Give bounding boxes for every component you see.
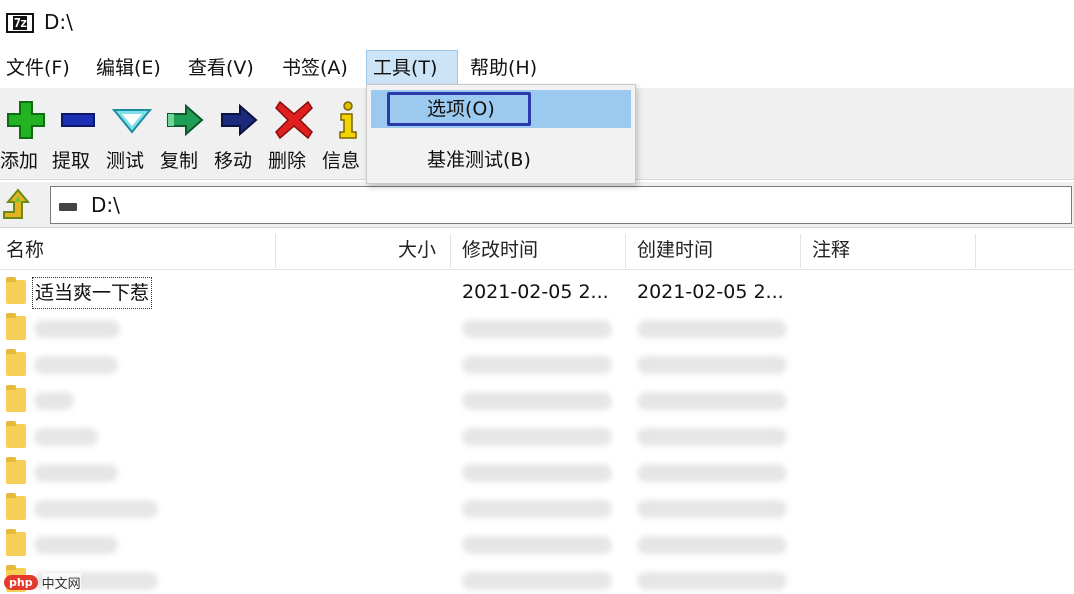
menu-view[interactable]: 查看(V)	[182, 50, 260, 86]
blurred-text	[462, 320, 612, 338]
blurred-text	[637, 572, 787, 590]
move-label: 移动	[214, 150, 253, 172]
blurred-text	[34, 536, 118, 554]
blurred-text	[637, 536, 787, 554]
path-input[interactable]: D:\	[50, 186, 1072, 224]
blurred-text	[637, 428, 787, 446]
title-bar: 7z D:\	[0, 0, 1074, 48]
blurred-text	[34, 392, 74, 410]
menu-tools[interactable]: 工具(T)	[366, 50, 458, 86]
menu-file[interactable]: 文件(F)	[0, 50, 76, 86]
copy-button[interactable]: 复制	[160, 94, 210, 174]
column-size[interactable]: 大小	[398, 230, 436, 270]
blurred-text	[637, 320, 787, 338]
row-created: 2021-02-05 2...	[637, 281, 784, 303]
blurred-text	[637, 500, 787, 518]
blurred-text	[34, 428, 98, 446]
table-row[interactable]	[0, 454, 1074, 490]
add-button[interactable]: 添加	[0, 94, 50, 174]
column-separator[interactable]	[975, 234, 976, 268]
blurred-text	[637, 464, 787, 482]
blurred-text	[34, 500, 158, 518]
address-bar: D:\	[0, 182, 1074, 228]
tools-dropdown-menu: 选项(O) 基准测试(B)	[366, 84, 636, 184]
test-label: 测试	[106, 150, 145, 172]
folder-icon	[6, 529, 26, 556]
folder-icon	[6, 313, 26, 340]
table-row[interactable]: 适当爽一下惹 2021-02-05 2... 2021-02-05 2...	[0, 274, 1074, 310]
delete-button[interactable]: 删除	[268, 94, 318, 174]
focus-outline	[387, 92, 531, 126]
table-row[interactable]	[0, 526, 1074, 562]
folder-icon	[6, 493, 26, 520]
menu-item-benchmark-label: 基准测试(B)	[427, 149, 531, 171]
add-plus-icon	[7, 101, 45, 139]
info-icon	[339, 101, 357, 139]
folder-icon	[6, 349, 26, 376]
up-folder-icon[interactable]	[0, 188, 36, 222]
table-row[interactable]	[0, 310, 1074, 346]
move-button[interactable]: 移动	[214, 94, 264, 174]
column-created[interactable]: 创建时间	[637, 230, 713, 270]
info-button[interactable]: 信息	[322, 94, 372, 174]
menu-bar: 文件(F) 编辑(E) 查看(V) 书签(A) 工具(T) 帮助(H)	[0, 50, 1074, 86]
folder-icon	[6, 457, 26, 484]
delete-label: 删除	[268, 150, 307, 172]
menu-bookmarks[interactable]: 书签(A)	[276, 50, 354, 86]
path-text: D:\	[91, 193, 120, 217]
watermark-text: 中文网	[41, 572, 81, 592]
column-separator[interactable]	[275, 234, 276, 268]
test-check-icon	[112, 109, 152, 134]
table-row[interactable]	[0, 382, 1074, 418]
row-modified: 2021-02-05 2...	[462, 281, 609, 303]
column-name[interactable]: 名称	[6, 230, 44, 270]
file-list: 名称 大小 修改时间 创建时间 注释 适当爽一下惹 2021-02-05 2..…	[0, 230, 1074, 594]
folder-icon	[6, 421, 26, 448]
delete-x-icon	[275, 100, 313, 140]
extract-minus-icon	[61, 113, 95, 127]
column-separator[interactable]	[625, 234, 626, 268]
blurred-text	[462, 392, 612, 410]
column-separator[interactable]	[450, 234, 451, 268]
row-name: 适当爽一下惹	[32, 277, 153, 309]
test-button[interactable]: 测试	[106, 94, 156, 174]
watermark-logo: php	[4, 574, 38, 590]
copy-label: 复制	[160, 150, 199, 172]
column-header: 名称 大小 修改时间 创建时间 注释	[0, 230, 1074, 270]
table-row[interactable]	[0, 418, 1074, 454]
column-separator[interactable]	[800, 234, 801, 268]
blurred-text	[462, 428, 612, 446]
folder-icon	[6, 277, 26, 304]
extract-label: 提取	[52, 150, 91, 172]
blurred-text	[462, 356, 612, 374]
blurred-text	[462, 572, 612, 590]
blurred-text	[637, 356, 787, 374]
copy-arrow-icon	[167, 103, 204, 137]
column-comment[interactable]: 注释	[812, 230, 850, 270]
table-row[interactable]	[0, 346, 1074, 382]
menu-item-benchmark[interactable]: 基准测试(B)	[371, 141, 631, 179]
blurred-text	[462, 500, 612, 518]
menu-item-options[interactable]: 选项(O)	[371, 90, 631, 128]
blurred-text	[462, 464, 612, 482]
blurred-text	[637, 392, 787, 410]
extract-button[interactable]: 提取	[52, 94, 102, 174]
menu-help[interactable]: 帮助(H)	[464, 50, 543, 86]
folder-icon	[6, 385, 26, 412]
move-arrow-icon	[221, 103, 258, 137]
window-title: D:\	[44, 10, 73, 34]
blurred-text	[462, 536, 612, 554]
app-7z-icon: 7z	[6, 13, 34, 33]
table-row[interactable]	[0, 562, 1074, 594]
column-modified[interactable]: 修改时间	[462, 230, 538, 270]
blurred-text	[34, 464, 118, 482]
table-row[interactable]	[0, 490, 1074, 526]
blurred-text	[34, 356, 118, 374]
blurred-text	[34, 320, 120, 338]
watermark: php 中文网	[4, 572, 81, 592]
add-label: 添加	[0, 150, 39, 172]
menu-edit[interactable]: 编辑(E)	[90, 50, 167, 86]
drive-icon	[59, 203, 77, 211]
